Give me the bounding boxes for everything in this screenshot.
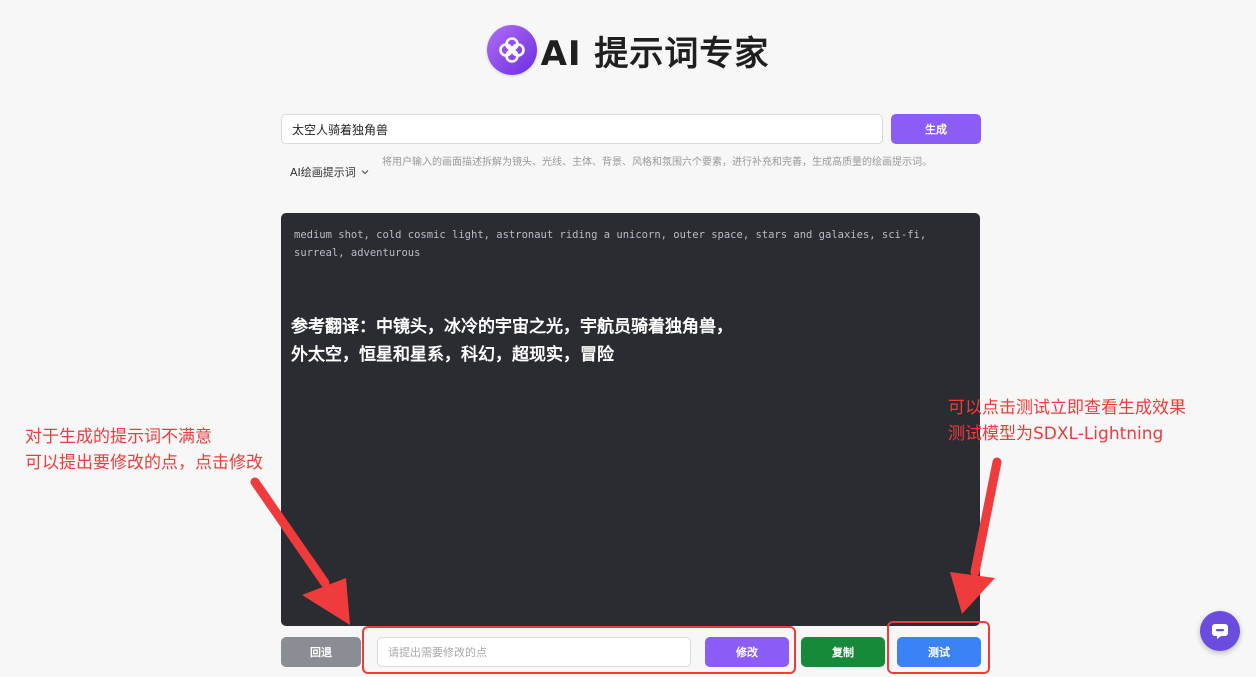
chat-bubble-icon[interactable] — [1200, 611, 1240, 651]
arrow-to-test — [950, 457, 1002, 614]
annotation-arrows — [250, 457, 1002, 625]
arrow-to-modify — [250, 477, 350, 625]
